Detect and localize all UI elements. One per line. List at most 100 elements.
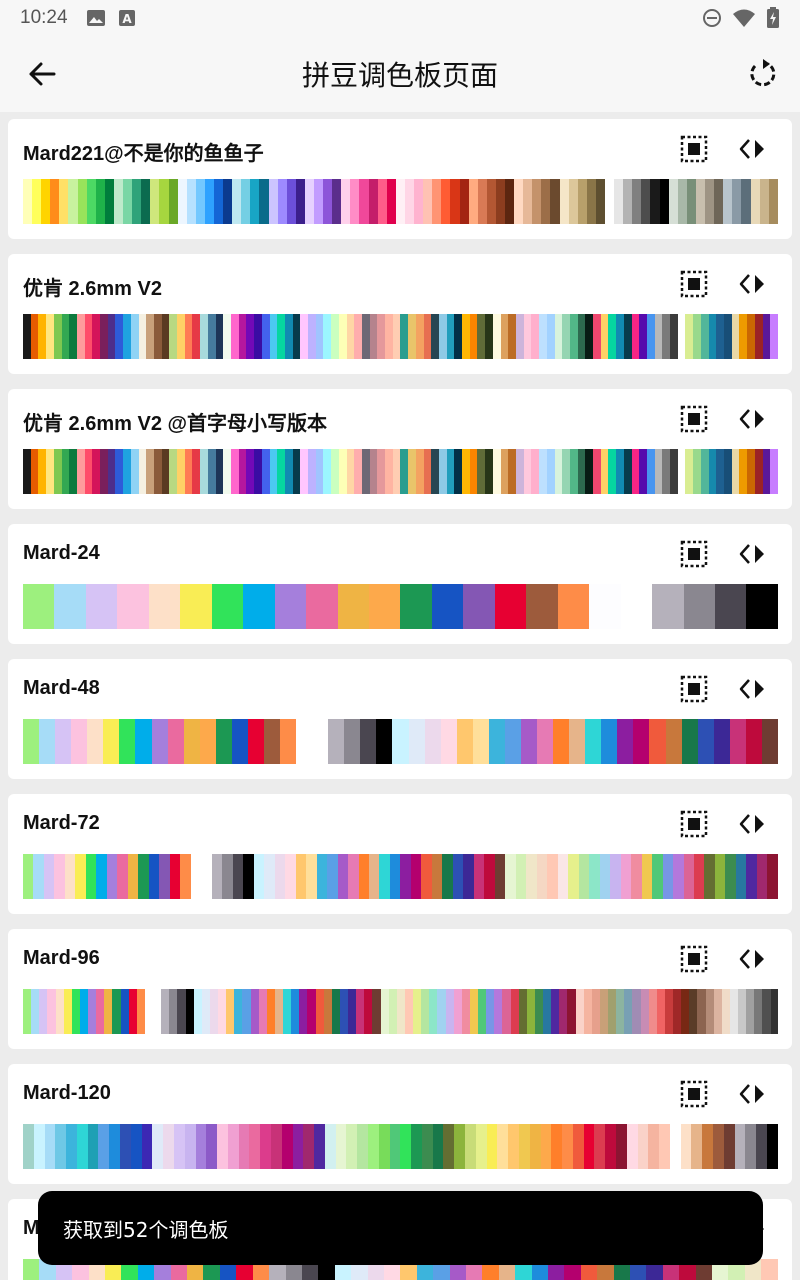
color-swatch [745, 719, 762, 764]
select-palette-button[interactable] [680, 540, 708, 568]
color-swatch [537, 719, 554, 764]
color-swatch [632, 179, 642, 224]
color-swatch [230, 314, 239, 359]
color-swatch [306, 854, 317, 899]
color-swatch-strip [23, 584, 778, 629]
color-swatch [526, 584, 558, 629]
color-swatch [454, 314, 463, 359]
color-swatch [95, 179, 105, 224]
select-frame-icon [680, 945, 708, 973]
color-swatch [421, 989, 430, 1034]
palette-card[interactable]: Mard221@不是你的鱼鱼子 [8, 119, 792, 239]
swap-button[interactable] [738, 812, 770, 836]
color-swatch [637, 1124, 649, 1169]
color-swatch [685, 449, 694, 494]
swap-button[interactable] [738, 542, 770, 566]
color-swatch [681, 719, 698, 764]
color-swatch [369, 449, 378, 494]
swap-button[interactable] [738, 1082, 770, 1106]
swap-button[interactable] [738, 407, 770, 431]
color-swatch [469, 989, 478, 1034]
color-swatch [520, 719, 537, 764]
select-palette-button[interactable] [680, 675, 708, 703]
select-palette-button[interactable] [680, 1080, 708, 1108]
color-swatch [700, 449, 709, 494]
back-button[interactable] [26, 58, 58, 90]
palette-card[interactable]: Mard-48 [8, 659, 792, 779]
color-swatch [242, 989, 251, 1034]
color-swatch [177, 449, 185, 494]
color-swatch [389, 1124, 401, 1169]
status-bar: 10:24 A [0, 0, 800, 36]
color-swatch [30, 449, 39, 494]
palette-card[interactable]: 优肯 2.6mm V2 @首字母小写版本 [8, 389, 792, 509]
color-swatch [209, 989, 218, 1034]
color-swatch [76, 449, 85, 494]
palette-card[interactable]: Mard-96 [8, 929, 792, 1049]
swap-horizontal-icon [739, 544, 764, 564]
refresh-icon [750, 59, 776, 87]
color-swatch [292, 1124, 304, 1169]
palette-card[interactable]: Mard-24 [8, 524, 792, 644]
color-swatch [185, 989, 194, 1034]
color-swatch [568, 179, 578, 224]
color-swatch [518, 1124, 530, 1169]
color-swatch [510, 989, 519, 1034]
select-palette-button[interactable] [680, 810, 708, 838]
image-icon [86, 10, 105, 26]
color-swatch [400, 1124, 412, 1169]
color-swatch [161, 314, 170, 359]
color-swatch [117, 854, 128, 899]
swap-button[interactable] [738, 272, 770, 296]
color-swatch [130, 314, 139, 359]
color-swatch [39, 989, 48, 1034]
select-palette-button[interactable] [680, 270, 708, 298]
color-swatch [693, 449, 701, 494]
color-swatch [96, 989, 105, 1034]
color-swatch [79, 989, 88, 1034]
color-swatch [714, 584, 747, 629]
color-swatch [431, 584, 464, 629]
color-swatch [250, 989, 259, 1034]
color-swatch [238, 1124, 250, 1169]
swap-button[interactable] [738, 947, 770, 971]
color-swatch [130, 1124, 142, 1169]
color-swatch [673, 989, 682, 1034]
color-swatch [227, 1124, 239, 1169]
color-swatch [578, 854, 590, 899]
color-swatch [492, 449, 501, 494]
palette-card[interactable]: Mard-72 [8, 794, 792, 914]
color-swatch [350, 179, 360, 224]
a-box-icon: A [118, 10, 135, 26]
color-swatch [247, 719, 264, 764]
color-swatch [23, 584, 55, 629]
palette-card[interactable]: 优肯 2.6mm V2 [8, 254, 792, 374]
color-swatch [338, 314, 347, 359]
swap-button[interactable] [738, 137, 770, 161]
refresh-button[interactable] [746, 58, 778, 90]
color-swatch [762, 989, 771, 1034]
color-swatch [167, 719, 184, 764]
palette-list[interactable]: Mard221@不是你的鱼鱼子 优肯 2.6mm V2 优肯 2.6mm V2 @首… [0, 112, 800, 1280]
color-swatch [583, 989, 592, 1034]
select-palette-button[interactable] [680, 135, 708, 163]
color-swatch [438, 449, 447, 494]
select-palette-button[interactable] [680, 945, 708, 973]
select-palette-button[interactable] [680, 405, 708, 433]
color-swatch [141, 179, 151, 224]
color-swatch [324, 1124, 336, 1169]
color-swatch [608, 314, 617, 359]
color-swatch [396, 989, 405, 1034]
palette-card[interactable]: Mard-120 [8, 1064, 792, 1184]
color-swatch [335, 1124, 347, 1169]
color-swatch [66, 1124, 77, 1169]
color-swatch [213, 179, 224, 224]
color-swatch [646, 314, 655, 359]
color-swatch [516, 314, 524, 359]
color-swatch [115, 314, 124, 359]
color-swatch [463, 584, 495, 629]
color-swatch [148, 854, 160, 899]
color-swatch [232, 179, 242, 224]
swap-button[interactable] [738, 677, 770, 701]
color-swatch-strip [23, 854, 778, 899]
